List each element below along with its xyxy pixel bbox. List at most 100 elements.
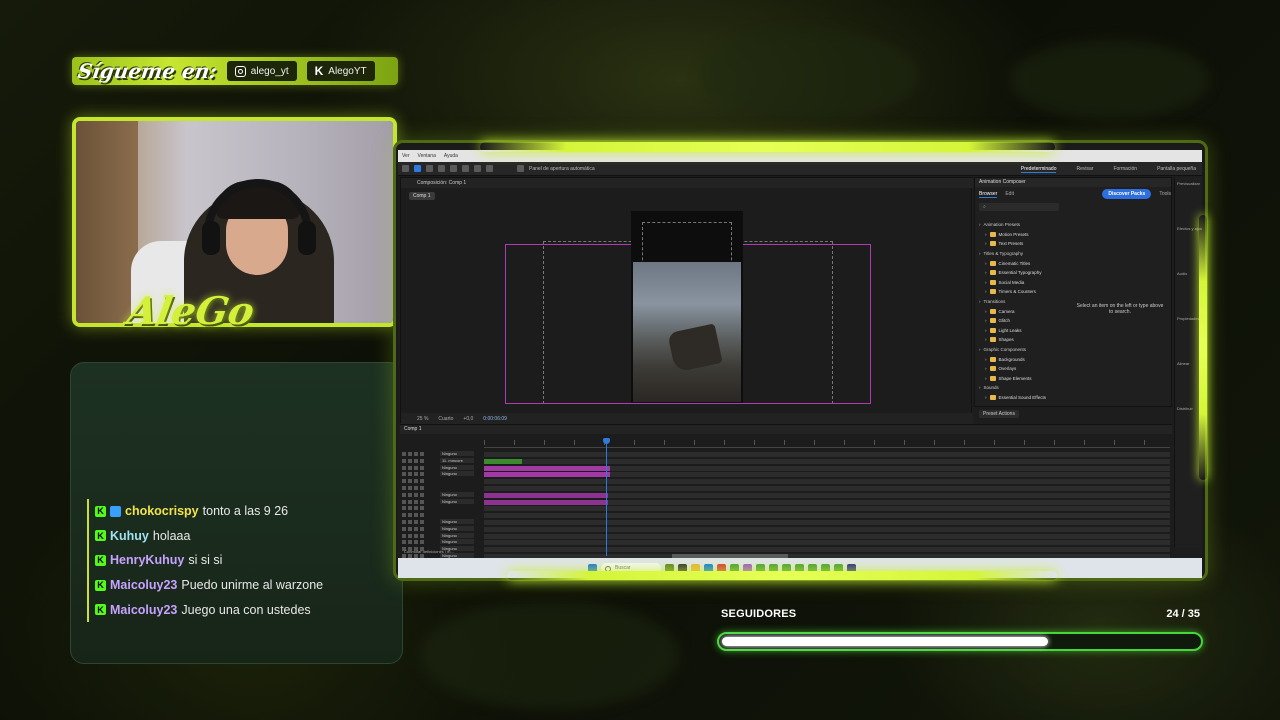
chevron-right-icon[interactable]: › (985, 270, 987, 275)
brush-tool-icon[interactable] (438, 165, 445, 172)
layer-switch-icon[interactable] (402, 513, 406, 518)
preset-folder[interactable]: › Light Leaks (977, 326, 1061, 336)
layer-switch-icon[interactable] (402, 458, 406, 463)
timeline-layer-row[interactable]: 11. mmcore (400, 457, 1172, 465)
chevron-right-icon[interactable]: › (985, 289, 987, 294)
layer-switch-icon[interactable] (420, 519, 424, 524)
chat-username[interactable]: chokocrispy (125, 504, 199, 518)
layer-switch-icon[interactable] (420, 506, 424, 511)
layer-track[interactable] (484, 499, 1170, 505)
eraser-tool-icon[interactable] (462, 165, 469, 172)
parent-select[interactable]: Ninguno (440, 539, 474, 545)
layer-switch-icon[interactable] (414, 485, 418, 490)
timeline-layer-row[interactable]: Ninguno (400, 525, 1172, 533)
layer-switch-icon[interactable] (414, 479, 418, 484)
layer-switch-icon[interactable] (408, 519, 412, 524)
chevron-right-icon[interactable]: › (979, 251, 981, 256)
preset-folder[interactable]: › Motion Presets (977, 230, 1061, 240)
parent-select[interactable]: Ninguno (440, 525, 474, 531)
chevron-right-icon[interactable]: › (985, 376, 987, 381)
chevron-right-icon[interactable]: › (979, 299, 981, 304)
chat-username[interactable]: Maicoluy23 (110, 603, 177, 617)
layer-switch-icon[interactable] (414, 465, 418, 470)
layer-switch-icon[interactable] (408, 479, 412, 484)
layer-switch-icon[interactable] (420, 540, 424, 545)
layer-clip[interactable] (484, 472, 610, 478)
parent-select[interactable]: Ninguno (440, 532, 474, 538)
chat-username[interactable]: Kuhuy (110, 529, 149, 543)
preset-category[interactable]: › Titles & Typography (977, 249, 1061, 259)
layer-track[interactable] (484, 540, 1170, 546)
parent-select[interactable]: Ninguno (440, 471, 474, 477)
layer-switch-icon[interactable] (414, 519, 418, 524)
layer-switch-icon[interactable] (420, 499, 424, 504)
right-panel-header[interactable]: Propiedades (1177, 316, 1200, 321)
layer-switch-icon[interactable] (408, 540, 412, 545)
layer-switch-icon[interactable] (414, 540, 418, 545)
chevron-right-icon[interactable]: › (985, 232, 987, 237)
layer-switches[interactable] (402, 513, 480, 518)
layer-switch-icon[interactable] (408, 452, 412, 456)
preset-category[interactable]: › Graphic Components (977, 345, 1061, 355)
chevron-right-icon[interactable]: › (985, 280, 987, 285)
parent-select[interactable]: Ninguno (440, 451, 474, 456)
workspace-formacion[interactable]: Formación (1113, 166, 1137, 172)
preset-folder[interactable]: › Essential Sound Effects (977, 393, 1061, 400)
chevron-right-icon[interactable]: › (985, 309, 987, 314)
layer-switch-icon[interactable] (402, 492, 406, 497)
layer-switch-icon[interactable] (408, 513, 412, 518)
right-panel-header[interactable]: Previsualizar (1177, 181, 1200, 186)
layer-switch-icon[interactable] (408, 533, 412, 538)
right-panel-header[interactable]: Alinear (1177, 361, 1200, 366)
layer-track[interactable] (484, 465, 1170, 471)
right-panel-header[interactable]: Efectos y ajustes (1177, 226, 1202, 231)
chevron-right-icon[interactable]: › (985, 357, 987, 362)
chevron-right-icon[interactable]: › (979, 385, 981, 390)
layer-switch-icon[interactable] (414, 506, 418, 511)
layer-track[interactable] (484, 533, 1170, 539)
layer-switch-icon[interactable] (414, 458, 418, 463)
workspace-revisar[interactable]: Revisar (1076, 166, 1093, 172)
layer-switch-icon[interactable] (420, 513, 424, 518)
layer-switch-icon[interactable] (414, 513, 418, 518)
layer-switch-icon[interactable] (420, 452, 424, 456)
parent-select[interactable]: Ninguno (440, 491, 474, 497)
preset-folder[interactable]: › Backgrounds (977, 354, 1061, 364)
layer-switch-icon[interactable] (408, 458, 412, 463)
chevron-right-icon[interactable]: › (979, 222, 981, 227)
stamp-tool-icon[interactable] (450, 165, 457, 172)
timeline-footer[interactable]: Conmutar definiciones / m... (404, 549, 454, 554)
preset-category[interactable]: › Animation Presets (977, 220, 1061, 230)
layer-track[interactable] (484, 472, 1170, 478)
layer-switch-icon[interactable] (402, 506, 406, 511)
layer-switch-icon[interactable] (414, 452, 418, 456)
layer-track[interactable] (484, 526, 1170, 532)
layer-switch-icon[interactable] (402, 540, 406, 545)
layer-switch-icon[interactable] (420, 479, 424, 484)
roto-tool-icon[interactable] (474, 165, 481, 172)
zoom-select[interactable]: 25 % (417, 416, 428, 422)
preset-folder[interactable]: › Text Presets (977, 239, 1061, 249)
preset-category[interactable]: › Transitions (977, 297, 1061, 307)
layer-clip[interactable] (484, 492, 608, 498)
layer-track[interactable] (484, 479, 1170, 485)
puppet-tool-icon[interactable] (486, 165, 493, 172)
right-panel-header[interactable]: Audio (1177, 271, 1200, 276)
layer-track[interactable] (484, 485, 1170, 491)
layer-switch-icon[interactable] (402, 519, 406, 524)
workspace-predeterminado[interactable]: Predeterminado (1020, 166, 1057, 173)
time-ruler[interactable] (484, 440, 1170, 448)
layer-switch-icon[interactable] (408, 526, 412, 531)
workspace-pantalla-pequena[interactable]: Pantalla pequeña (1157, 166, 1196, 172)
chevron-right-icon[interactable]: › (985, 366, 987, 371)
layer-switch-icon[interactable] (420, 485, 424, 490)
layer-switch-icon[interactable] (408, 465, 412, 470)
menu-item-ventana[interactable]: Ventana (418, 153, 436, 159)
chevron-right-icon[interactable]: › (985, 261, 987, 266)
layer-switch-icon[interactable] (414, 499, 418, 504)
pen-tool-icon[interactable] (426, 165, 433, 172)
layer-switch-icon[interactable] (408, 492, 412, 497)
layer-switch-icon[interactable] (402, 499, 406, 504)
layer-switch-icon[interactable] (414, 472, 418, 477)
timeline-layer-row[interactable]: Ninguno (400, 532, 1172, 540)
